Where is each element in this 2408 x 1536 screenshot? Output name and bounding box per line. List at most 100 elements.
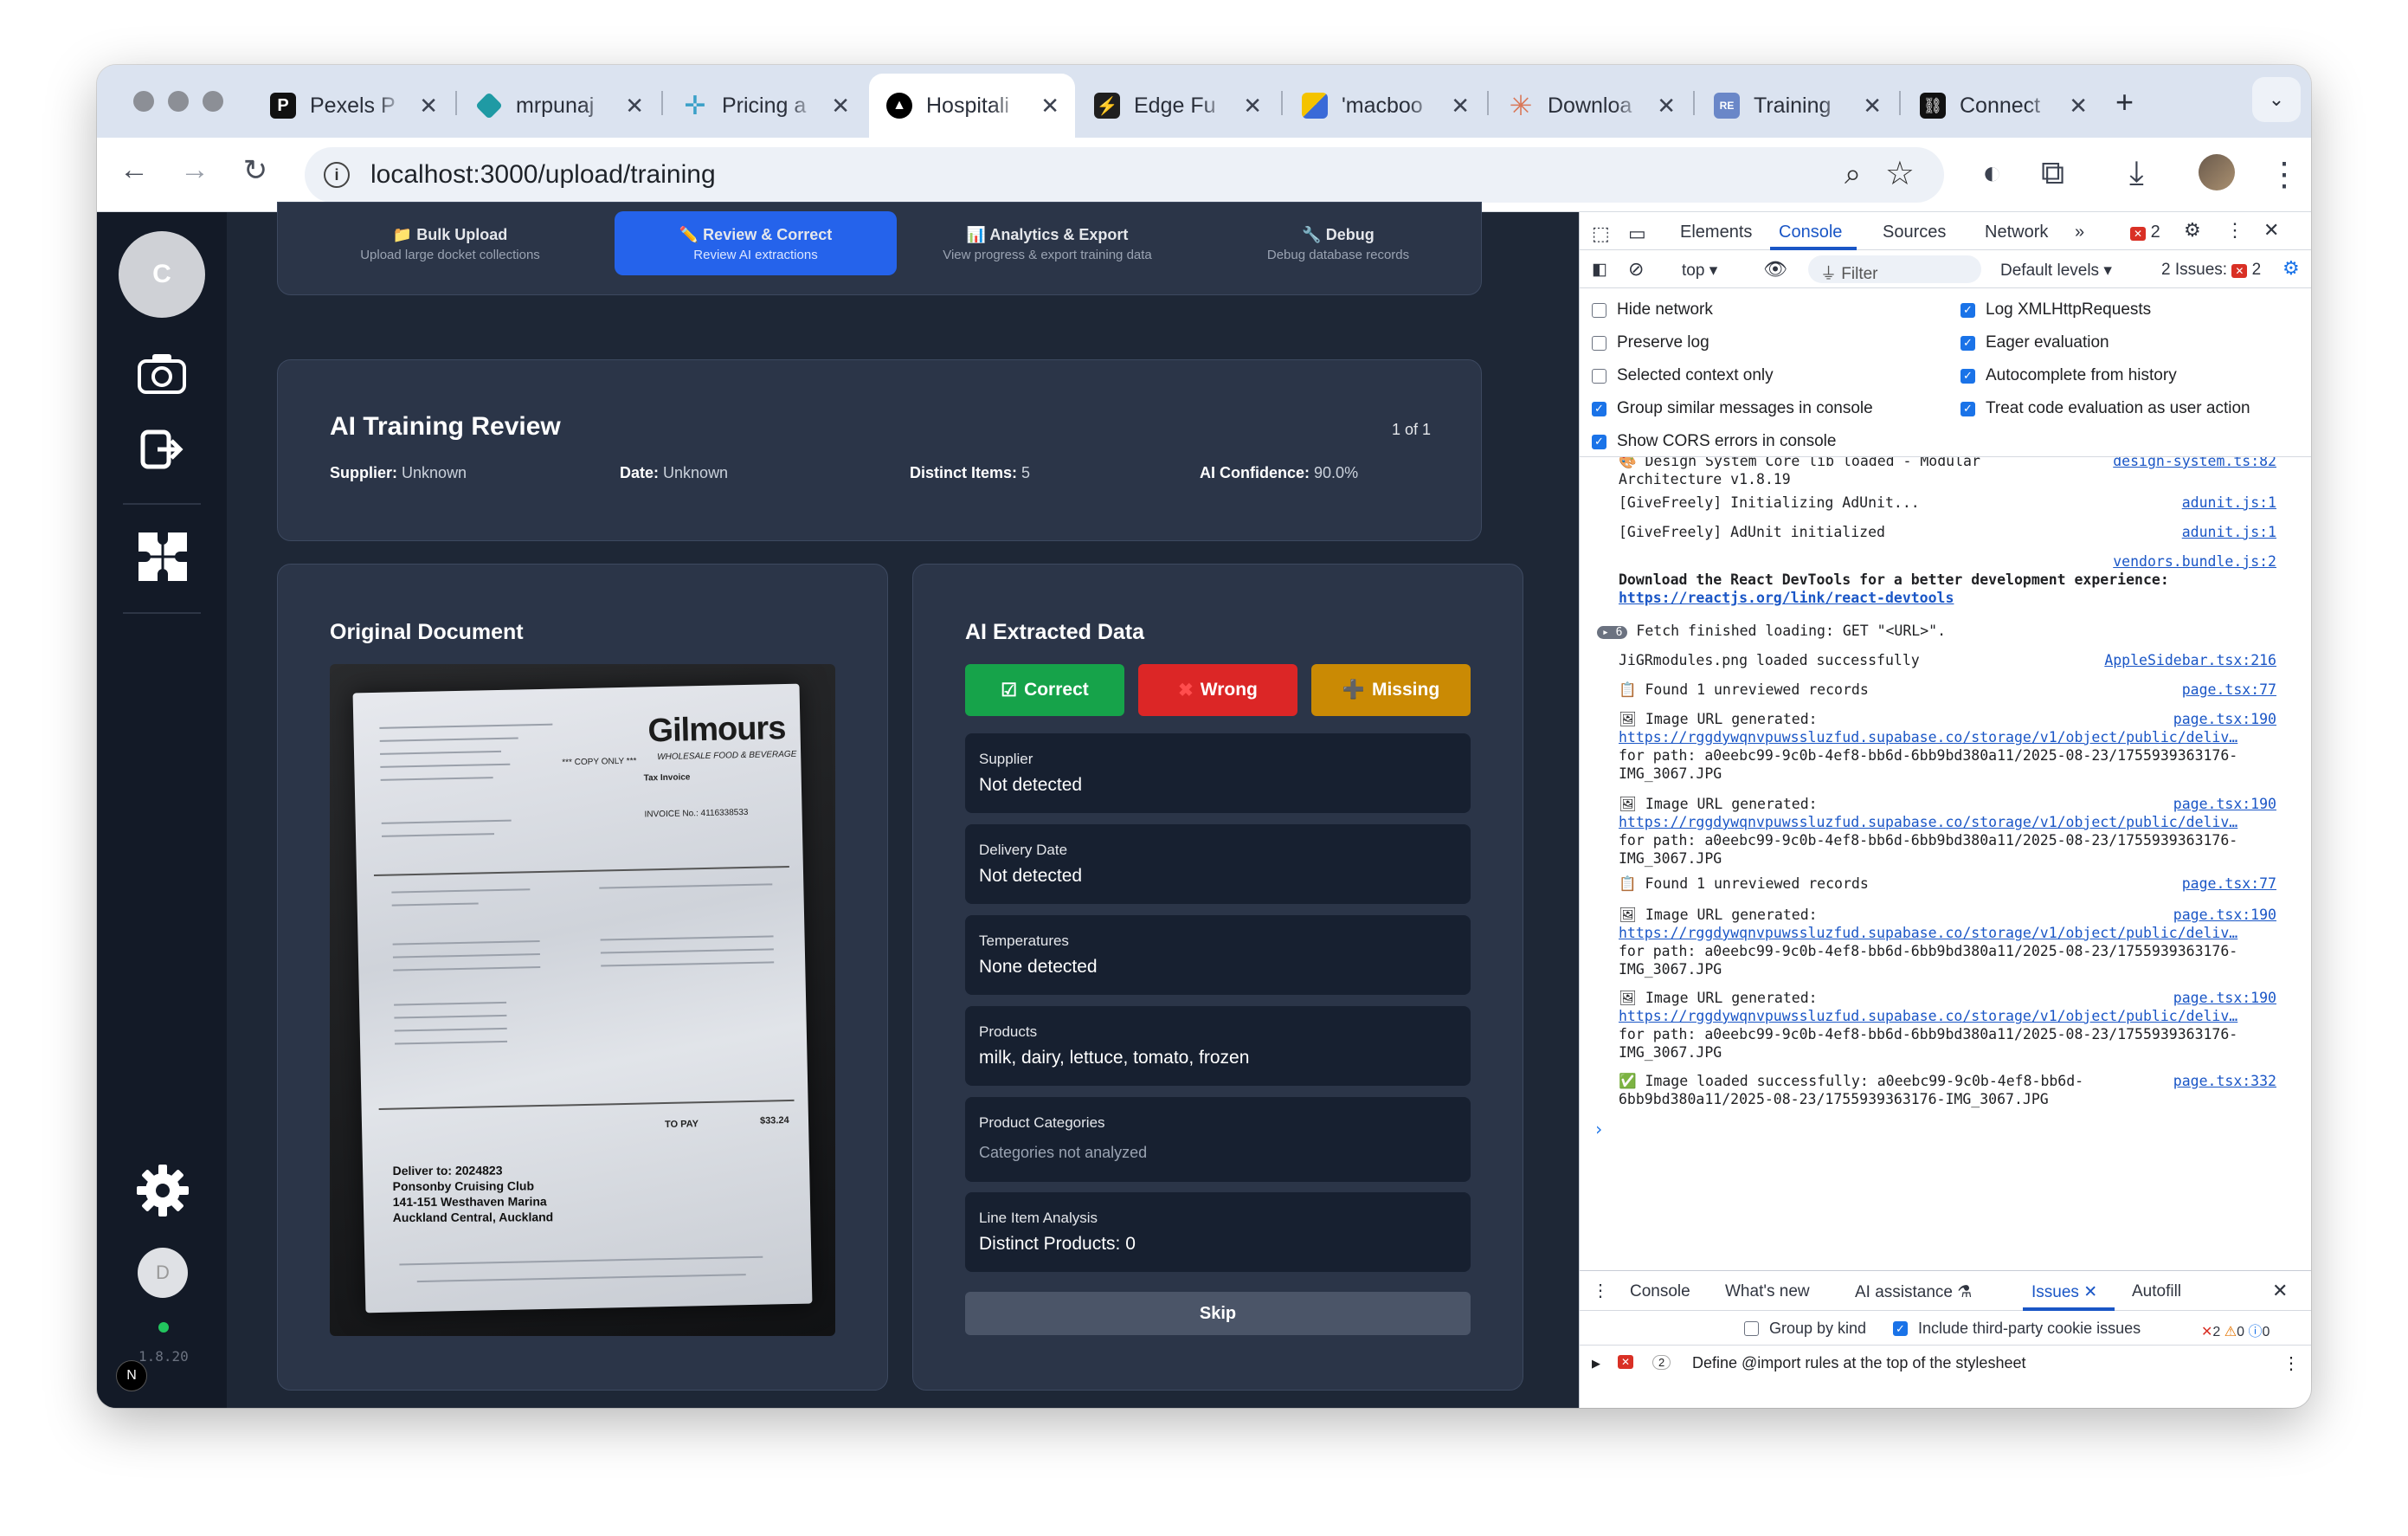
checkbox-third-party[interactable]: ✓ Include third-party cookie issues <box>1893 1320 2141 1338</box>
more-tabs-icon[interactable]: » <box>2075 223 2084 242</box>
checkbox-log-xhr[interactable]: ✓ Log XMLHttpRequests <box>1961 300 2151 319</box>
gear-icon[interactable] <box>137 1165 189 1224</box>
puzzle-icon[interactable]: ⧉ <box>2041 155 2064 192</box>
clear-console-icon[interactable]: ⊘ <box>1628 258 1644 281</box>
bookmark-star-icon[interactable]: ☆ <box>1885 154 1915 193</box>
checkbox-preserve-log[interactable]: Preserve log <box>1592 333 1709 352</box>
browser-tab-active[interactable]: ▲ Hospitali ✕ <box>869 74 1075 138</box>
drawer-tab-issues[interactable]: Issues ✕ <box>2031 1282 2097 1302</box>
close-devtools-icon[interactable]: ✕ <box>2263 219 2279 242</box>
user-avatar[interactable]: D <box>138 1248 188 1298</box>
checkbox-cors-errors[interactable]: ✓ Show CORS errors in console <box>1592 432 1836 451</box>
close-window-button[interactable] <box>133 91 154 112</box>
inspect-icon[interactable]: ⬚ <box>1592 223 1610 245</box>
browser-tab[interactable]: RE Training ✕ <box>1697 74 1897 138</box>
maximize-window-button[interactable] <box>203 91 223 112</box>
drawer-tab-autofill[interactable]: Autofill <box>2132 1282 2181 1301</box>
drawer-menu-icon[interactable]: ⋮ <box>1592 1280 1609 1301</box>
checkbox-eager-eval[interactable]: ✓ Eager evaluation <box>1961 333 2109 352</box>
checkbox-selected-context[interactable]: Selected context only <box>1592 366 1774 385</box>
device-toggle-icon[interactable]: ▭ <box>1628 223 1646 245</box>
close-tab-icon[interactable]: ✕ <box>1657 93 1676 119</box>
site-info-icon[interactable]: i <box>324 162 350 188</box>
menu-kebab-icon[interactable]: ⋮ <box>2268 155 2301 194</box>
claude-icon: ✳ <box>1509 90 1533 121</box>
browser-tab[interactable]: mrpunaj ✕ <box>459 74 660 138</box>
close-drawer-icon[interactable]: ✕ <box>2272 1280 2288 1302</box>
issue-count-badge: 2 <box>1652 1355 1671 1370</box>
document-image[interactable]: Gilmours WHOLESALE FOOD & BEVERAGE *** C… <box>330 664 835 1336</box>
puzzle-modules-icon[interactable] <box>135 529 190 592</box>
close-tab-icon[interactable]: ✕ <box>625 93 644 119</box>
browser-tab[interactable]: ✛ Pricing a ✕ <box>665 74 866 138</box>
context-select[interactable]: top ▾ <box>1682 261 1717 281</box>
checkbox-group-by-kind[interactable]: Group by kind <box>1744 1320 1866 1338</box>
console-message: 📋 Found 1 unreviewed records page.tsx:77 <box>1619 875 2276 892</box>
browser-tab[interactable]: ⚡ Edge Fu ✕ <box>1077 74 1278 138</box>
close-tab-icon[interactable]: ✕ <box>1451 93 1470 119</box>
meta-ai-confidence: AI Confidence: 90.0% <box>1200 464 1359 481</box>
tab-debug[interactable]: 🔧 Debug Debug database records <box>1197 211 1479 275</box>
checkbox-treat-user-action[interactable]: ✓ Treat code evaluation as user action <box>1961 399 2250 418</box>
drawer-tab-whats-new[interactable]: What's new <box>1725 1282 1810 1301</box>
zoom-icon[interactable]: ⌕ <box>1845 158 1861 191</box>
close-tab-icon[interactable]: ✕ <box>831 93 850 119</box>
browser-tab[interactable]: P Pexels P ✕ <box>253 74 454 138</box>
nextjs-badge[interactable]: N <box>116 1360 147 1391</box>
console-settings-icon[interactable]: ⚙ <box>2282 257 2300 280</box>
tab-analytics-export[interactable]: 📊 Analytics & Export View progress & exp… <box>906 211 1188 275</box>
tab-search-button[interactable]: ⌄ <box>2252 77 2301 122</box>
wrong-button[interactable]: ✖ Wrong <box>1138 664 1297 716</box>
download-icon[interactable]: ⤓ <box>2129 155 2144 192</box>
profile-avatar[interactable] <box>2199 154 2235 190</box>
checkbox-hide-network[interactable]: Hide network <box>1592 300 1713 319</box>
console-prompt[interactable]: › <box>1594 1120 2251 1139</box>
tab-review-correct[interactable]: ✏️ Review & Correct Review AI extraction… <box>615 211 897 275</box>
tab-sources[interactable]: Sources <box>1883 223 1946 242</box>
devtools-panel: ⬚ ▭ Elements Console Sources Network » ✕… <box>1579 212 2311 1408</box>
checkbox-autocomplete[interactable]: ✓ Autocomplete from history <box>1961 366 2177 385</box>
meta-date: Date: Unknown <box>620 464 729 481</box>
browser-tab[interactable]: 'macboo ✕ <box>1284 74 1485 138</box>
settings-gear-icon[interactable]: ⚙ <box>2184 219 2201 242</box>
new-tab-button[interactable]: + <box>2115 84 2134 120</box>
error-count-badge[interactable]: ✕ 2 <box>2130 223 2160 242</box>
filter-input[interactable]: ⏚ Filter <box>1808 255 1981 283</box>
logout-icon[interactable] <box>140 429 183 477</box>
tab-bulk-upload[interactable]: 📁 Bulk Upload Upload large docket collec… <box>309 211 591 275</box>
minimize-window-button[interactable] <box>168 91 189 112</box>
tab-console[interactable]: Console <box>1779 223 1842 242</box>
close-tab-icon[interactable]: ✕ <box>1040 93 1059 119</box>
devtools-menu-icon[interactable]: ⋮ <box>2225 219 2244 242</box>
sidebar-toggle-icon[interactable]: ◧ <box>1592 260 1607 280</box>
address-bar[interactable]: i localhost:3000/upload/training ⌕ ☆ <box>305 147 1944 203</box>
reload-button[interactable]: ↻ <box>234 153 277 188</box>
avatar[interactable]: C <box>119 231 205 318</box>
forward-button[interactable]: → <box>173 153 216 187</box>
drawer-tab-console[interactable]: Console <box>1630 1282 1690 1301</box>
close-tab-icon[interactable]: ✕ <box>1863 93 1882 119</box>
missing-button[interactable]: ➕ Missing <box>1311 664 1471 716</box>
close-tab-icon[interactable]: ✕ <box>419 93 438 119</box>
expand-triangle-icon[interactable]: ▶ <box>1592 1357 1600 1371</box>
live-expression-icon[interactable]: 👁 <box>1763 258 1787 281</box>
camera-icon[interactable] <box>137 351 187 403</box>
tab-strip: P Pexels P ✕ mrpunaj ✕ ✛ Pricing a ✕ ▲ H… <box>97 65 2311 138</box>
back-button[interactable]: ← <box>113 153 156 187</box>
skip-button[interactable]: Skip <box>965 1292 1471 1335</box>
checkbox-group-similar[interactable]: ✓ Group similar messages in console <box>1592 399 1873 418</box>
browser-tab[interactable]: ✳ Downloa ✕ <box>1491 74 1691 138</box>
tab-network[interactable]: Network <box>1985 223 2048 242</box>
browser-tab[interactable]: ⛓ Connect ✕ <box>1903 74 2103 138</box>
correct-button[interactable]: ☑ Correct <box>965 664 1124 716</box>
tab-elements[interactable]: Elements <box>1680 223 1752 242</box>
error-icon: ✕ <box>1618 1355 1634 1369</box>
issue-item[interactable]: ▶ ✕ 2 Define @import rules at the top of… <box>1580 1346 2311 1384</box>
extension-icon[interactable]: ◐ <box>1982 155 2002 192</box>
log-levels-select[interactable]: Default levels ▾ <box>2000 261 2112 281</box>
issues-counter[interactable]: 2 Issues: ✕ 2 <box>2161 261 2261 280</box>
drawer-tab-ai-assistance[interactable]: AI assistance ⚗ <box>1855 1282 1972 1302</box>
close-tab-icon[interactable]: ✕ <box>2069 93 2088 119</box>
issue-menu-icon[interactable]: ⋮ <box>2282 1352 2300 1374</box>
close-tab-icon[interactable]: ✕ <box>1243 93 1262 119</box>
